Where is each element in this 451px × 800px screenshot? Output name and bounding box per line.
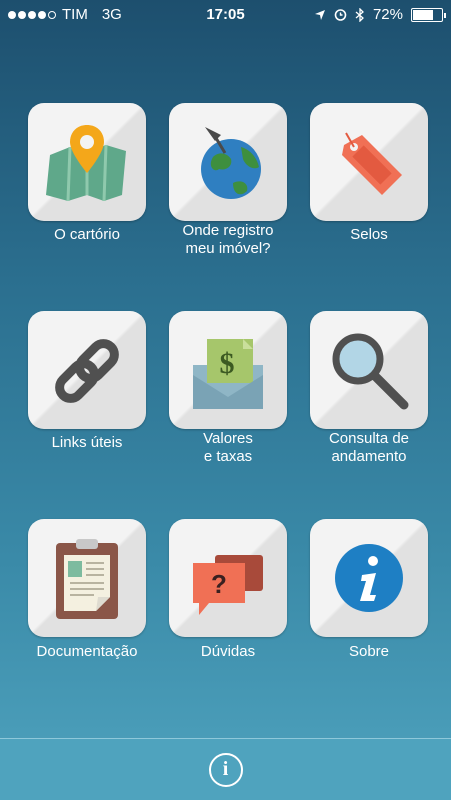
money-envelope-icon: $ xyxy=(193,339,263,409)
menu-tile-duvidas[interactable]: ? xyxy=(169,519,287,637)
map-pin-icon xyxy=(46,125,126,202)
info-button[interactable]: i xyxy=(208,752,243,787)
status-icons: 72% xyxy=(314,6,446,23)
menu-tile-sobre[interactable] xyxy=(310,519,428,637)
location-arrow-icon xyxy=(314,9,325,20)
menu-tile-links[interactable] xyxy=(28,311,146,429)
price-tag-icon xyxy=(342,132,402,195)
battery-percentage: 72% xyxy=(372,6,403,23)
svg-text:?: ? xyxy=(211,569,227,599)
bottom-bar: i xyxy=(0,738,451,800)
info-icon: i xyxy=(222,758,229,780)
info-circle-icon xyxy=(335,544,403,612)
menu-tile-documentacao[interactable] xyxy=(28,519,146,637)
menu-label: Consulta de andamento xyxy=(328,430,410,465)
menu-label: O cartório xyxy=(54,226,120,243)
menu-label: Selos xyxy=(350,226,388,243)
clipboard-icon xyxy=(56,539,118,619)
chain-link-icon xyxy=(55,339,119,403)
status-bar: TIM 3G 17:05 72% xyxy=(0,0,451,30)
menu-label: Dúvidas xyxy=(200,643,256,660)
alarm-clock-icon xyxy=(334,9,347,21)
menu-label: Onde registro meu imóvel? xyxy=(182,222,274,257)
menu-label: Links úteis xyxy=(51,434,123,451)
question-bubble-icon: ? xyxy=(193,555,263,615)
menu-tile-consulta[interactable] xyxy=(310,311,428,429)
menu-tile-onde-registro[interactable] xyxy=(169,103,287,221)
bluetooth-icon xyxy=(355,7,364,22)
menu-tile-selos[interactable] xyxy=(310,103,428,221)
menu-label: Documentação xyxy=(36,643,138,660)
menu-tile-cartorio[interactable] xyxy=(28,103,146,221)
svg-text:$: $ xyxy=(220,347,235,380)
menu-label: Sobre xyxy=(348,643,390,660)
battery-icon xyxy=(411,7,446,22)
magnifier-icon xyxy=(332,333,409,410)
globe-pin-icon xyxy=(201,127,261,199)
menu-tile-valores[interactable]: $ xyxy=(169,311,287,429)
menu-label: Valores e taxas xyxy=(203,430,253,465)
